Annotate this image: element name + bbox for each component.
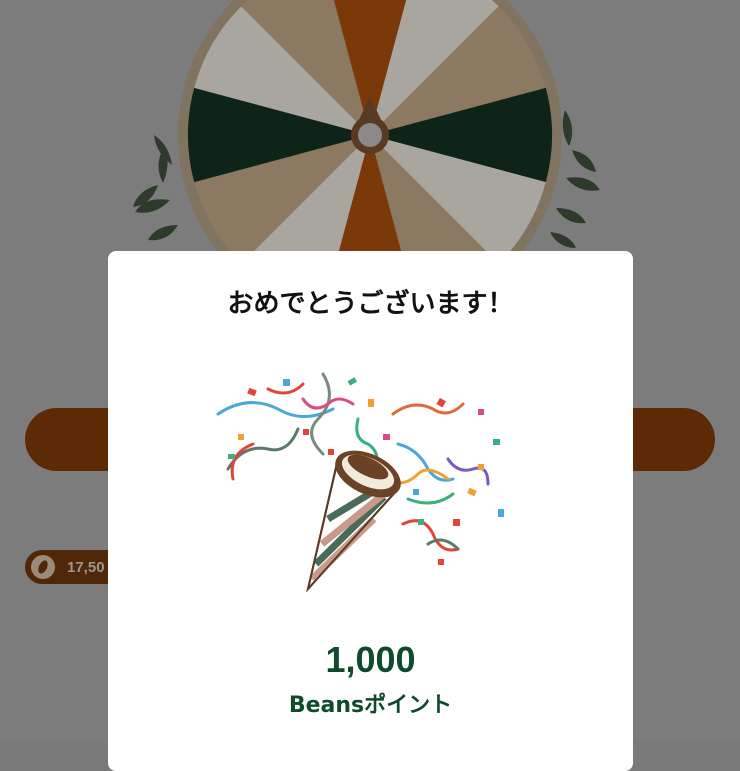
congratulations-dialog: おめでとうございます！ 1,000 Beansポイント: [108, 251, 633, 771]
dialog-title: おめでとうございます！: [227, 289, 514, 319]
reward-amount: 1,000: [325, 639, 416, 680]
party-popper-icon: [216, 372, 504, 593]
reward-unit-label: Beansポイント: [288, 693, 453, 718]
